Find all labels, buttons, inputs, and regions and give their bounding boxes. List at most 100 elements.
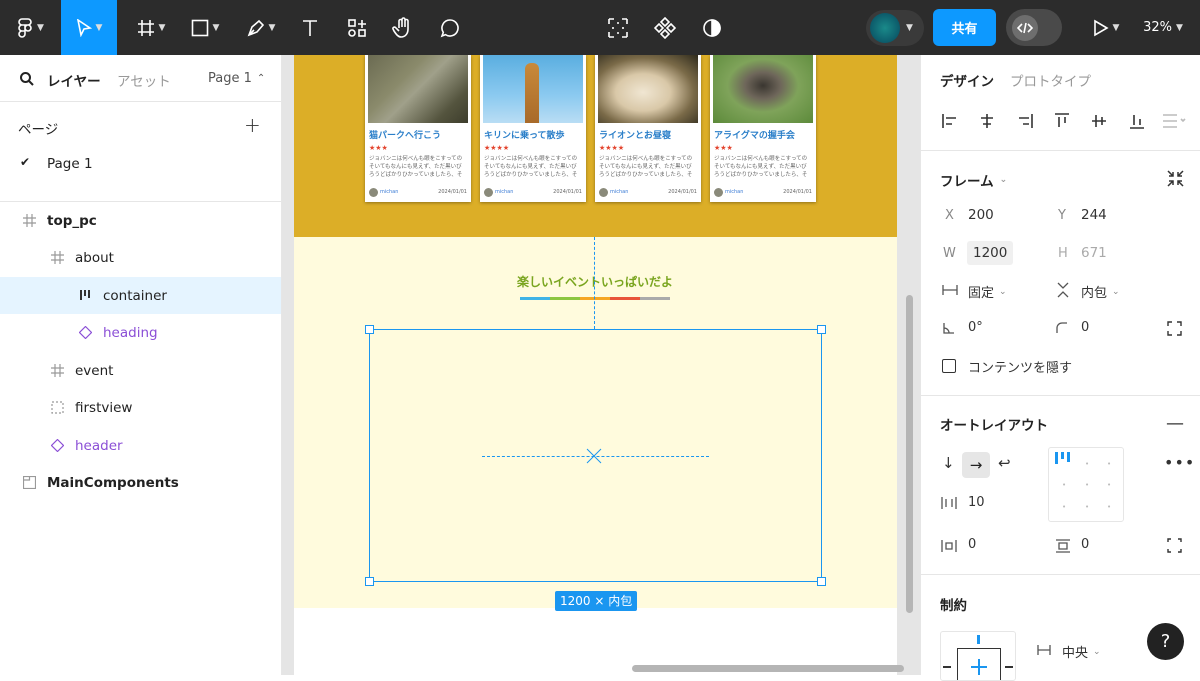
alignment-grid[interactable]: • • • • • • • • (1048, 447, 1124, 522)
height-mode-select[interactable]: 内包 ⌄ (1081, 282, 1120, 301)
align-center-vertical-icon[interactable] (1090, 112, 1108, 130)
radius-input[interactable]: 0 (1081, 320, 1089, 335)
align-right-icon[interactable] (1016, 112, 1034, 130)
align-left-icon[interactable] (941, 112, 959, 130)
horizontal-constraint-icon (1037, 645, 1051, 655)
w-input[interactable]: 1200 (967, 241, 1014, 265)
chevron-up-icon: ⌃ (256, 73, 266, 84)
layer-top-pc[interactable]: top_pc (0, 202, 281, 239)
y-input[interactable]: 244 (1081, 207, 1107, 223)
card-date: 2024/01/01 (553, 189, 582, 195)
comment-tool-button[interactable] (435, 0, 465, 55)
align-center-horizontal-icon[interactable] (978, 112, 996, 130)
align-bottom-icon[interactable] (1128, 112, 1146, 130)
frame-title: フレーム (940, 174, 994, 190)
layer-label: MainComponents (47, 474, 179, 491)
layer-about[interactable]: about (0, 239, 281, 276)
cat-photo (368, 55, 468, 123)
width-mode-select[interactable]: 固定 ⌄ (968, 282, 1007, 301)
resize-to-fit-icon[interactable] (1167, 170, 1184, 187)
autolayout-title: オートレイアウト (940, 418, 1048, 434)
heading-text[interactable]: 楽しいイベントいっぱいだよ (482, 273, 708, 290)
move-tool-button[interactable]: ▼ (61, 0, 117, 55)
contrast-icon (703, 18, 721, 37)
page-selector-label: Page 1 (208, 71, 252, 86)
shape-tool-button[interactable]: ▼ (184, 0, 226, 55)
align-top-icon[interactable] (1053, 112, 1071, 130)
direction-horizontal-icon[interactable]: → (962, 452, 990, 478)
more-options-icon[interactable]: ••• (1164, 453, 1195, 472)
theme-toggle-button[interactable] (698, 0, 726, 55)
x-input[interactable]: 200 (968, 207, 994, 223)
zoom-menu[interactable]: 32% ▼ (1136, 0, 1190, 55)
layer-firstview[interactable]: firstview (0, 389, 281, 426)
resize-handle[interactable] (817, 577, 826, 586)
remove-autolayout-icon[interactable]: — (1166, 413, 1184, 434)
tab-assets[interactable]: アセット (117, 70, 171, 90)
card-title: アライグマの握手会 (714, 131, 795, 141)
distribute-icon[interactable] (1162, 112, 1188, 130)
event-card[interactable]: 猫パークへ行こう ★★★ ジョバンニは何べんも眼をこすってのそいてもなんにも見え… (365, 55, 471, 202)
resize-handle[interactable] (817, 325, 826, 334)
present-button[interactable]: ▼ (1086, 0, 1126, 55)
layer-label: top_pc (47, 212, 97, 229)
page-selector[interactable]: Page 1 ⌃ (208, 71, 265, 86)
vertical-hug-icon (1057, 282, 1069, 298)
gap-input[interactable]: 10 (968, 495, 985, 510)
pen-tool-button[interactable]: ▼ (240, 0, 282, 55)
layer-container[interactable]: container (0, 277, 281, 314)
main-menu-button[interactable]: ▼ (8, 0, 53, 55)
page-item-page-1[interactable]: Page 1 (47, 156, 93, 172)
horizontal-constraint-select[interactable]: 中央 ⌄ (1062, 642, 1101, 661)
layer-label: about (75, 249, 114, 266)
padding-horizontal-input[interactable]: 0 (968, 537, 976, 552)
horizontal-scrollbar[interactable] (632, 665, 904, 672)
hand-tool-button[interactable] (388, 0, 418, 55)
resize-handle[interactable] (365, 577, 374, 586)
layer-maincomponents[interactable]: MainComponents (0, 464, 281, 501)
hand-icon (392, 16, 409, 38)
avatar (870, 12, 900, 43)
instance-icon (77, 325, 93, 341)
direction-vertical-icon[interactable]: ↓ (942, 454, 955, 472)
frame-section-title[interactable]: フレーム ⌄ (940, 170, 1007, 190)
canvas[interactable]: 猫パークへ行こう ★★★ ジョバンニは何べんも眼をこすってのそいてもなんにも見え… (282, 55, 920, 675)
component-button[interactable] (650, 0, 680, 55)
rotation-input[interactable]: 0° (968, 320, 983, 335)
vertical-scrollbar[interactable] (906, 295, 913, 613)
search-icon[interactable] (20, 71, 34, 90)
share-button[interactable]: 共有 (933, 9, 996, 46)
resize-handle[interactable] (365, 325, 374, 334)
avatar (484, 188, 493, 197)
pen-icon (247, 19, 264, 36)
independent-corners-icon[interactable] (1167, 321, 1182, 336)
play-icon (1093, 19, 1109, 36)
constraints-widget[interactable] (940, 631, 1016, 681)
divider (0, 101, 281, 102)
card-user: michan (495, 189, 514, 195)
resources-button[interactable] (342, 0, 372, 55)
padding-vertical-input[interactable]: 0 (1081, 537, 1089, 552)
event-card[interactable]: ライオンとお昼寝 ★★★★ ジョバンニは何べんも眼をこすってのそいてもなんにも見… (595, 55, 701, 202)
tab-prototype[interactable]: プロトタイプ (1010, 70, 1091, 90)
clip-content-checkbox[interactable] (942, 359, 956, 373)
text-tool-button[interactable] (296, 0, 324, 55)
help-button[interactable]: ? (1147, 623, 1184, 660)
frame-tool-button[interactable]: ▼ (130, 0, 172, 55)
layers-panel: レイヤー アセット Page 1 ⌃ ページ + ✔ Page 1 top_pc… (0, 55, 282, 675)
user-avatar-menu[interactable]: ▼ (866, 0, 924, 55)
layer-event[interactable]: event (0, 352, 281, 389)
layer-heading[interactable]: heading (0, 314, 281, 351)
event-card[interactable]: キリンに乗って散歩 ★★★★ ジョバンニは何べんも眼をこすってのそいてもなんにも… (480, 55, 586, 202)
wrap-icon[interactable]: ↩ (998, 454, 1011, 472)
tab-design[interactable]: デザイン (940, 70, 994, 90)
tab-layers[interactable]: レイヤー (47, 70, 101, 90)
event-card[interactable]: アライグマの握手会 ★★★ ジョバンニは何べんも眼をこすってのそいてもなんにも見… (710, 55, 816, 202)
card-date: 2024/01/01 (783, 189, 812, 195)
add-page-icon[interactable]: + (244, 113, 261, 137)
layer-header[interactable]: header (0, 427, 281, 464)
dev-mode-toggle[interactable] (1006, 9, 1062, 46)
grid-layout-button[interactable] (604, 0, 632, 55)
individual-padding-icon[interactable] (1167, 538, 1182, 553)
h-input[interactable]: 671 (1081, 245, 1107, 261)
